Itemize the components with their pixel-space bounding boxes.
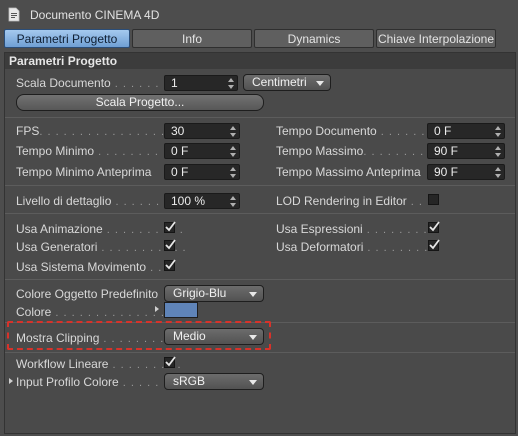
checkmark-icon (165, 239, 176, 250)
chevron-down-icon (249, 335, 257, 340)
checkmark-icon (429, 221, 440, 232)
divider (5, 213, 515, 214)
usa-sistema-movimento-label: Usa Sistema Movimento . . (16, 260, 163, 274)
checkmark-icon (429, 239, 440, 250)
mostra-clipping-dropdown[interactable]: Medio (164, 328, 264, 345)
usa-animazione-checkbox[interactable] (164, 221, 176, 233)
divider (5, 117, 515, 118)
tempo-documento-input[interactable]: 0 F (427, 123, 505, 139)
scala-progetto-button[interactable]: Scala Progetto... (16, 94, 264, 111)
fps-input[interactable]: 30 (164, 123, 240, 139)
lod-rendering-label: LOD Rendering in Editor . . (276, 194, 423, 208)
spin-arrows-icon[interactable] (495, 146, 501, 157)
divider (5, 352, 515, 353)
tab-dynamics[interactable]: Dynamics (254, 29, 374, 48)
usa-espressioni-label: Usa Espressioni . . . . . . . . . (276, 222, 436, 236)
usa-deformatori-checkbox[interactable] (428, 239, 440, 251)
tempo-massimo-label: Tempo Massimo. . . . . . . . . (276, 144, 433, 158)
chevron-down-icon (316, 81, 324, 86)
colore-oggetto-label: Colore Oggetto Predefinito (16, 287, 159, 301)
usa-generatori-checkbox[interactable] (164, 239, 176, 251)
expand-arrow-icon[interactable] (9, 378, 13, 384)
spin-arrows-icon[interactable] (230, 196, 236, 207)
usa-deformatori-label: Usa Deformatori . . . . . . . . (276, 240, 429, 254)
tempo-massimo-anteprima-input[interactable]: 90 F (427, 164, 505, 180)
window-title: Documento CINEMA 4D (30, 8, 160, 22)
colore-swatch[interactable] (164, 302, 198, 318)
unit-dropdown[interactable]: Centimetri (243, 74, 331, 91)
tab-parametri-progetto[interactable]: Parametri Progetto (4, 29, 130, 48)
lod-rendering-checkbox[interactable] (428, 194, 439, 205)
tab-info[interactable]: Info (132, 29, 252, 48)
livello-dettaglio-input[interactable]: 100 % (164, 193, 240, 209)
spin-arrows-icon[interactable] (495, 126, 501, 137)
divider (5, 185, 515, 186)
workflow-lineare-label: Workflow Lineare . . . . . . . . . (16, 357, 182, 371)
spin-arrows-icon[interactable] (228, 78, 234, 89)
input-profilo-label: Input Profilo Colore . . . . . . . (16, 375, 176, 389)
tempo-minimo-anteprima-input[interactable]: 0 F (164, 164, 240, 180)
checkmark-icon (165, 356, 176, 367)
checkmark-icon (165, 221, 176, 232)
usa-espressioni-checkbox[interactable] (428, 221, 440, 233)
scala-documento-label: Scala Documento . . . . . . . . (16, 76, 176, 90)
usa-animazione-label: Usa Animazione . . . . . . . . . . (16, 222, 184, 236)
spin-arrows-icon[interactable] (230, 146, 236, 157)
workflow-lineare-checkbox[interactable] (164, 356, 176, 368)
tempo-minimo-input[interactable]: 0 F (164, 143, 240, 159)
chevron-down-icon (249, 292, 257, 297)
tempo-massimo-anteprima-label: Tempo Massimo Anteprima (276, 165, 421, 179)
tempo-minimo-label: Tempo Minimo . . . . . . . . . . (16, 144, 176, 158)
divider (5, 279, 515, 280)
expand-arrow-icon[interactable] (155, 306, 159, 312)
scala-documento-input[interactable]: 1 (164, 75, 238, 91)
section-title: Parametri Progetto (9, 54, 118, 68)
spin-arrows-icon[interactable] (230, 126, 236, 137)
checkmark-icon (165, 259, 176, 270)
tab-bar: Parametri Progetto Info Dynamics Chiave … (4, 29, 516, 48)
livello-dettaglio-label: Livello di dettaglio . . . . . . . (16, 194, 169, 208)
usa-sistema-movimento-checkbox[interactable] (164, 259, 176, 271)
spin-arrows-icon[interactable] (495, 167, 501, 178)
spin-arrows-icon[interactable] (230, 167, 236, 178)
document-settings-icon (8, 7, 20, 22)
fps-label: FPS. . . . . . . . . . . . . . . . . . (16, 124, 182, 138)
mostra-clipping-label: Mostra Clipping . . . . . . . . . . (16, 331, 181, 345)
tempo-minimo-anteprima-label: Tempo Minimo Anteprima (16, 165, 152, 179)
tab-chiave-interpolazione[interactable]: Chiave Interpolazione (376, 29, 496, 48)
chevron-down-icon (249, 380, 257, 385)
input-profilo-dropdown[interactable]: sRGB (164, 373, 264, 390)
tempo-documento-label: Tempo Documento . . . . . . . (276, 124, 434, 138)
tempo-massimo-input[interactable]: 90 F (427, 143, 505, 159)
colore-oggetto-dropdown[interactable]: Grigio-Blu (164, 285, 264, 302)
usa-generatori-label: Usa Generatori . . . . . . . . . . . (16, 240, 187, 254)
